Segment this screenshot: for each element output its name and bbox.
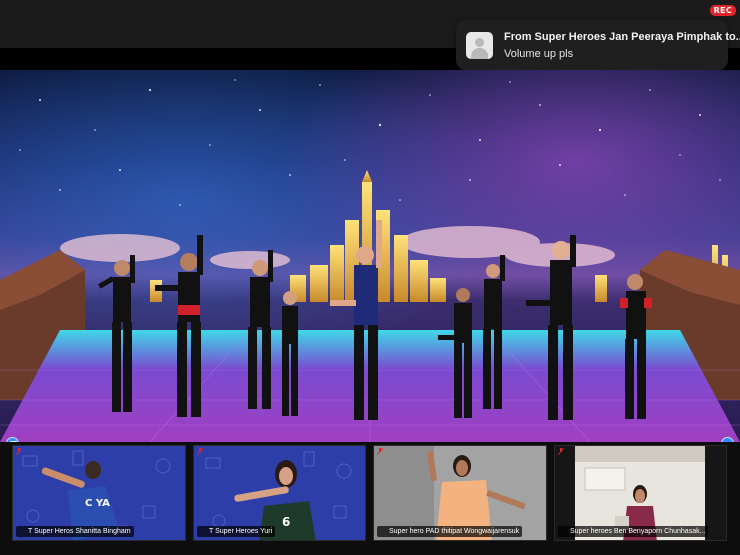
participant-tile[interactable]: Super heroes Ben Benyaporn Chunhasak... xyxy=(554,445,727,541)
gallery-strip: C YA T Super Heros Shanitta Bingham 6 T … xyxy=(0,442,740,555)
chat-notification[interactable]: From Super Heroes Jan Peeraya Pimphak to… xyxy=(456,20,740,70)
participant-name: T Super Heroes Yuri xyxy=(197,526,276,537)
participant-name: Super hero PAD thitipat Wongwaijarensuk xyxy=(377,526,523,537)
participant-name: T Super Heros Shanitta Bingham xyxy=(16,526,134,537)
participant-tile[interactable]: Super hero PAD thitipat Wongwaijarensuk xyxy=(373,445,547,541)
notification-message: Volume up pls xyxy=(504,48,574,60)
active-speaker-video[interactable] xyxy=(0,70,740,442)
recording-indicator: REC xyxy=(709,5,736,16)
avatar xyxy=(466,32,493,59)
participant-name: Super heroes Ben Benyaporn Chunhasak... xyxy=(558,526,709,537)
participant-tile[interactable]: 6 T Super Heroes Yuri xyxy=(193,445,366,541)
svg-text:C YA: C YA xyxy=(85,498,110,509)
notification-title: From Super Heroes Jan Peeraya Pimphak to… xyxy=(504,31,740,43)
dance-stage-scene xyxy=(0,70,740,442)
participant-tile[interactable]: C YA T Super Heros Shanitta Bingham xyxy=(12,445,186,541)
svg-text:6: 6 xyxy=(282,515,290,529)
